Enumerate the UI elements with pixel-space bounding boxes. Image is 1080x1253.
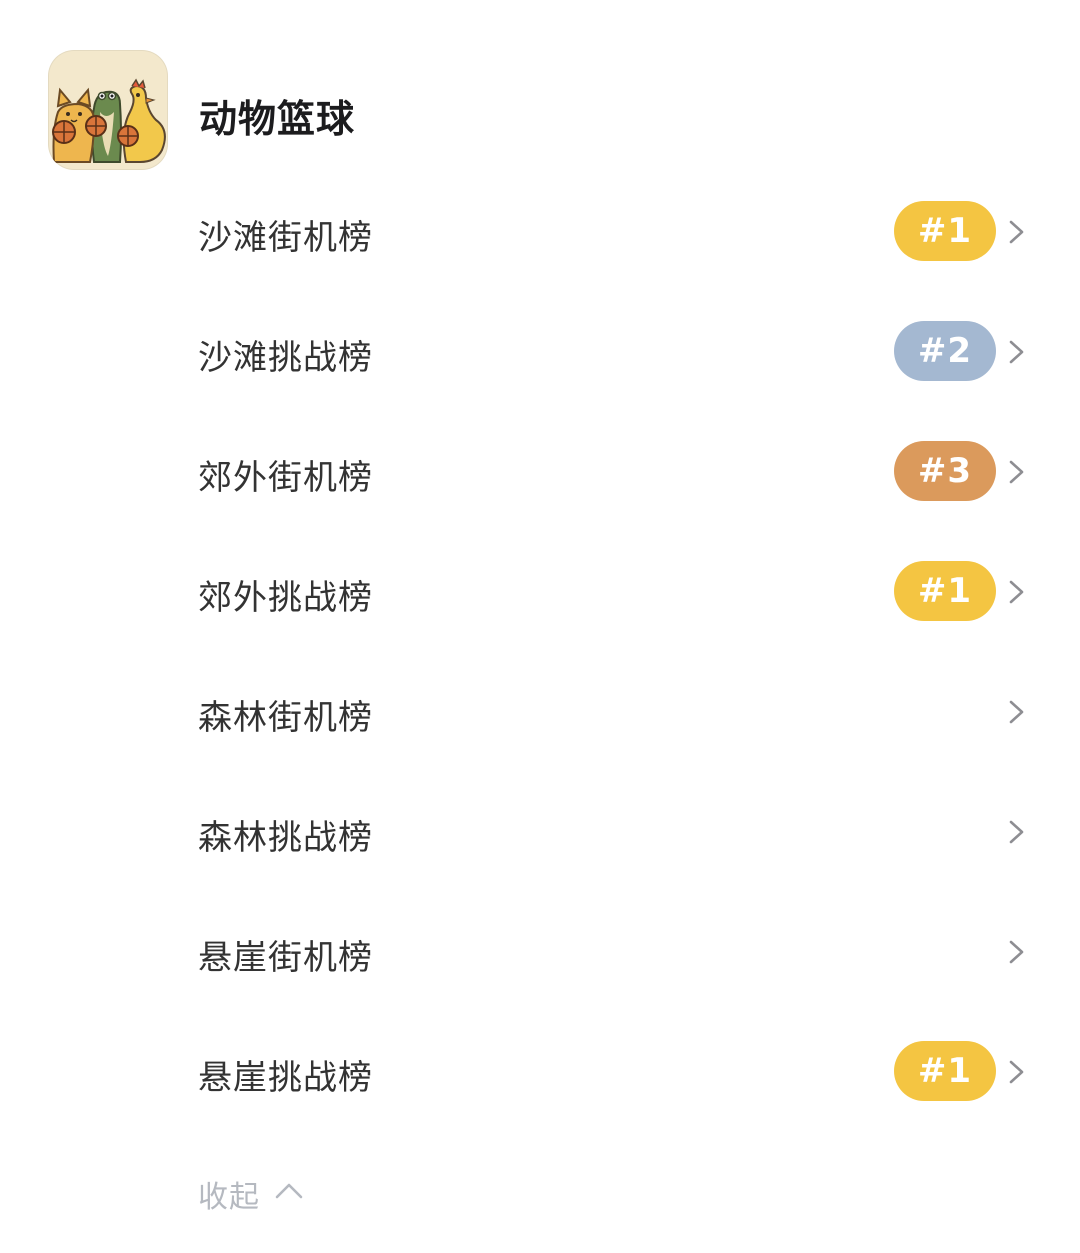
leaderboard-name: 郊外街机榜 [198, 458, 373, 498]
rank-badge: #1 [894, 561, 996, 621]
game-header: 动物篮球 [48, 50, 1048, 172]
rank-badge: #1 [894, 201, 996, 261]
rank-badge: #1 [894, 1041, 996, 1101]
chevron-right-icon [1009, 580, 1024, 604]
leaderboard-row[interactable]: 森林挑战榜 [0, 772, 1080, 892]
chevron-right-icon [1009, 940, 1024, 964]
leaderboard-name: 郊外挑战榜 [198, 578, 373, 618]
leaderboard-name: 沙滩挑战榜 [198, 338, 373, 378]
leaderboard-name: 森林挑战榜 [198, 818, 373, 858]
leaderboard-row[interactable]: 森林街机榜 [0, 652, 1080, 772]
leaderboard-row[interactable]: 悬崖挑战榜 #1 [0, 1012, 1080, 1132]
leaderboard-name: 沙滩街机榜 [198, 218, 373, 258]
leaderboard-name: 悬崖挑战榜 [198, 1058, 373, 1098]
chevron-right-icon [1009, 700, 1024, 724]
rank-badge: #3 [894, 441, 996, 501]
chevron-right-icon [1009, 220, 1024, 244]
game-title: 动物篮球 [199, 97, 356, 141]
leaderboard-row[interactable]: 悬崖街机榜 [0, 892, 1080, 1012]
chevron-right-icon [1009, 820, 1024, 844]
leaderboard-row[interactable]: 郊外街机榜 #3 [0, 412, 1080, 532]
chevron-right-icon [1009, 1060, 1024, 1084]
chevron-right-icon [1009, 340, 1024, 364]
leaderboard-row[interactable]: 沙滩挑战榜 #2 [0, 292, 1080, 412]
leaderboard-name: 悬崖街机榜 [198, 938, 373, 978]
leaderboard-row[interactable]: 郊外挑战榜 #1 [0, 532, 1080, 652]
leaderboard-row[interactable]: 沙滩街机榜 #1 [0, 172, 1080, 292]
leaderboard-name: 森林街机榜 [198, 698, 373, 738]
chevron-up-icon [275, 1183, 303, 1199]
chevron-right-icon [1009, 460, 1024, 484]
animal-basketball-app-icon[interactable] [48, 50, 168, 170]
collapse-label: 收起 [198, 1180, 260, 1215]
rank-badge: #2 [894, 321, 996, 381]
leaderboard-list: 沙滩街机榜 #1 沙滩挑战榜 #2 郊外街机榜 #3 郊外挑战榜 #1 森林街机… [0, 172, 1080, 1132]
